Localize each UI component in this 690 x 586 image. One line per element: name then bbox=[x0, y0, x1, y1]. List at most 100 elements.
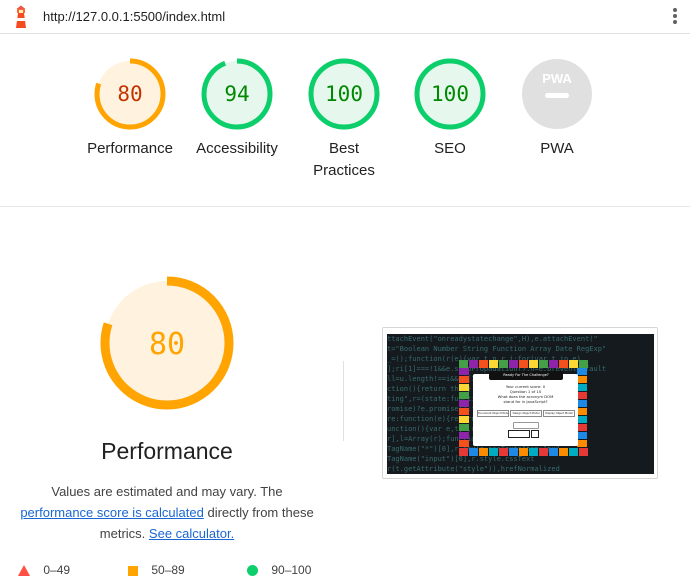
see-calculator-link[interactable]: See calculator. bbox=[149, 526, 234, 541]
gauge-seo-arc: 100 bbox=[414, 58, 486, 130]
performance-title: Performance bbox=[101, 438, 233, 464]
lego-block bbox=[549, 448, 558, 456]
gauge-pwa-label: PWA bbox=[540, 140, 574, 157]
lego-block bbox=[479, 360, 488, 368]
lego-block bbox=[579, 360, 588, 368]
lego-block bbox=[459, 392, 469, 399]
legend-item-pass: 90–100 bbox=[247, 563, 311, 577]
lego-block bbox=[577, 424, 587, 431]
square-icon bbox=[128, 565, 138, 576]
gauge-best-practices-arc: 100 bbox=[308, 58, 380, 130]
quiz-option-button: Display Object Model bbox=[543, 410, 575, 417]
gauge-seo-score: 100 bbox=[431, 82, 469, 106]
category-gauges: 80 Performance 94 Accessibility 100 Best… bbox=[0, 34, 690, 207]
performance-score-link[interactable]: performance score is calculated bbox=[20, 505, 204, 520]
lighthouse-logo-icon bbox=[16, 5, 26, 28]
quiz-card-title: Ready For The Challenge? bbox=[489, 371, 563, 380]
lego-block bbox=[577, 400, 587, 407]
quiz-next-square bbox=[531, 430, 539, 438]
legend-range-average: 50–89 bbox=[151, 563, 185, 577]
lego-block bbox=[459, 448, 468, 456]
lego-block bbox=[549, 360, 558, 368]
legend-item-average: 50–89 bbox=[128, 563, 185, 577]
gauge-pwa[interactable]: PWA PWA bbox=[507, 58, 607, 160]
lego-block bbox=[459, 416, 469, 423]
lego-block bbox=[577, 376, 587, 383]
pwa-badge-text: PWA bbox=[542, 71, 572, 86]
performance-big-score: 80 bbox=[149, 327, 185, 362]
legend-range-pass: 90–100 bbox=[271, 563, 312, 577]
lego-block bbox=[539, 360, 548, 368]
gauge-performance-label: Performance bbox=[87, 140, 173, 157]
lego-block bbox=[577, 392, 587, 399]
lego-block bbox=[499, 360, 508, 368]
lego-block bbox=[569, 360, 578, 368]
gauge-performance-arc: 80 bbox=[94, 58, 166, 130]
gauge-accessibility-score: 94 bbox=[224, 82, 249, 106]
lego-block bbox=[559, 448, 568, 456]
lego-block bbox=[499, 448, 508, 456]
quiz-option-button: Document Object Model bbox=[477, 410, 509, 417]
lego-block bbox=[459, 408, 469, 415]
lego-block bbox=[459, 360, 468, 368]
lego-block bbox=[509, 448, 518, 456]
lego-block bbox=[459, 400, 469, 407]
desc-text-1: Values are estimated and may vary. The bbox=[51, 484, 283, 499]
performance-big-gauge: 80 bbox=[100, 276, 234, 410]
gauge-best-practices-label: Best Practices bbox=[313, 140, 375, 179]
lego-block bbox=[479, 448, 488, 456]
more-options-icon[interactable] bbox=[672, 8, 678, 26]
lego-block bbox=[539, 448, 548, 456]
lego-block bbox=[469, 360, 478, 368]
lego-block bbox=[577, 432, 587, 439]
quiz-small-button bbox=[513, 422, 539, 429]
final-screenshot-image: ttachEvent("onreadystatechange",H),e.att… bbox=[387, 334, 654, 474]
lego-block bbox=[489, 448, 498, 456]
circle-icon bbox=[247, 565, 258, 577]
lego-block bbox=[489, 360, 498, 368]
lego-block bbox=[577, 368, 587, 375]
lego-block bbox=[459, 368, 469, 375]
lego-block bbox=[577, 416, 587, 423]
lego-block bbox=[459, 432, 469, 439]
lego-block bbox=[519, 360, 528, 368]
gauge-seo-label: SEO bbox=[434, 140, 466, 157]
final-screenshot[interactable]: ttachEvent("onreadystatechange",H),e.att… bbox=[382, 327, 658, 479]
lego-block bbox=[577, 384, 587, 391]
legend-range-fail: 0–49 bbox=[43, 563, 71, 577]
gauge-performance-score: 80 bbox=[117, 82, 142, 106]
gauge-performance[interactable]: 80 Performance bbox=[80, 58, 180, 160]
quiz-card: Ready For The Challenge? Your current sc… bbox=[473, 371, 578, 446]
pwa-badge-icon: PWA bbox=[522, 59, 592, 129]
lego-block bbox=[569, 448, 578, 456]
lego-block bbox=[579, 448, 588, 456]
lego-block bbox=[459, 424, 469, 431]
quiz-card-line: stand for in JavaScript? bbox=[503, 399, 548, 404]
lego-block bbox=[519, 448, 528, 456]
lego-block bbox=[469, 448, 478, 456]
gauge-seo[interactable]: 100 SEO bbox=[400, 58, 500, 160]
lego-block bbox=[459, 440, 469, 447]
gauge-accessibility-label: Accessibility bbox=[196, 140, 278, 157]
lego-block bbox=[577, 408, 587, 415]
lego-block bbox=[459, 376, 469, 383]
report-url[interactable]: http://127.0.0.1:5500/index.html bbox=[43, 9, 225, 24]
gauge-best-practices-score: 100 bbox=[325, 82, 363, 106]
gauge-accessibility[interactable]: 94 Accessibility bbox=[187, 58, 287, 160]
triangle-icon bbox=[18, 565, 30, 577]
lego-block bbox=[529, 448, 538, 456]
legend-item-fail: 0–49 bbox=[18, 563, 70, 577]
gauge-best-practices[interactable]: 100 Best Practices bbox=[294, 58, 394, 182]
gauge-accessibility-arc: 94 bbox=[201, 58, 273, 130]
quiz-option-button: Design Object Model bbox=[510, 410, 542, 417]
lego-block bbox=[509, 360, 518, 368]
performance-description: Values are estimated and may vary. The p… bbox=[16, 481, 318, 544]
report-topbar: http://127.0.0.1:5500/index.html bbox=[0, 0, 690, 34]
performance-section: 80 Performance Values are estimated and … bbox=[0, 206, 690, 586]
lego-block bbox=[559, 360, 568, 368]
lego-block bbox=[459, 384, 469, 391]
lego-block bbox=[529, 360, 538, 368]
section-divider bbox=[343, 361, 344, 441]
quiz-next-button bbox=[508, 430, 530, 438]
lego-block bbox=[577, 440, 587, 447]
